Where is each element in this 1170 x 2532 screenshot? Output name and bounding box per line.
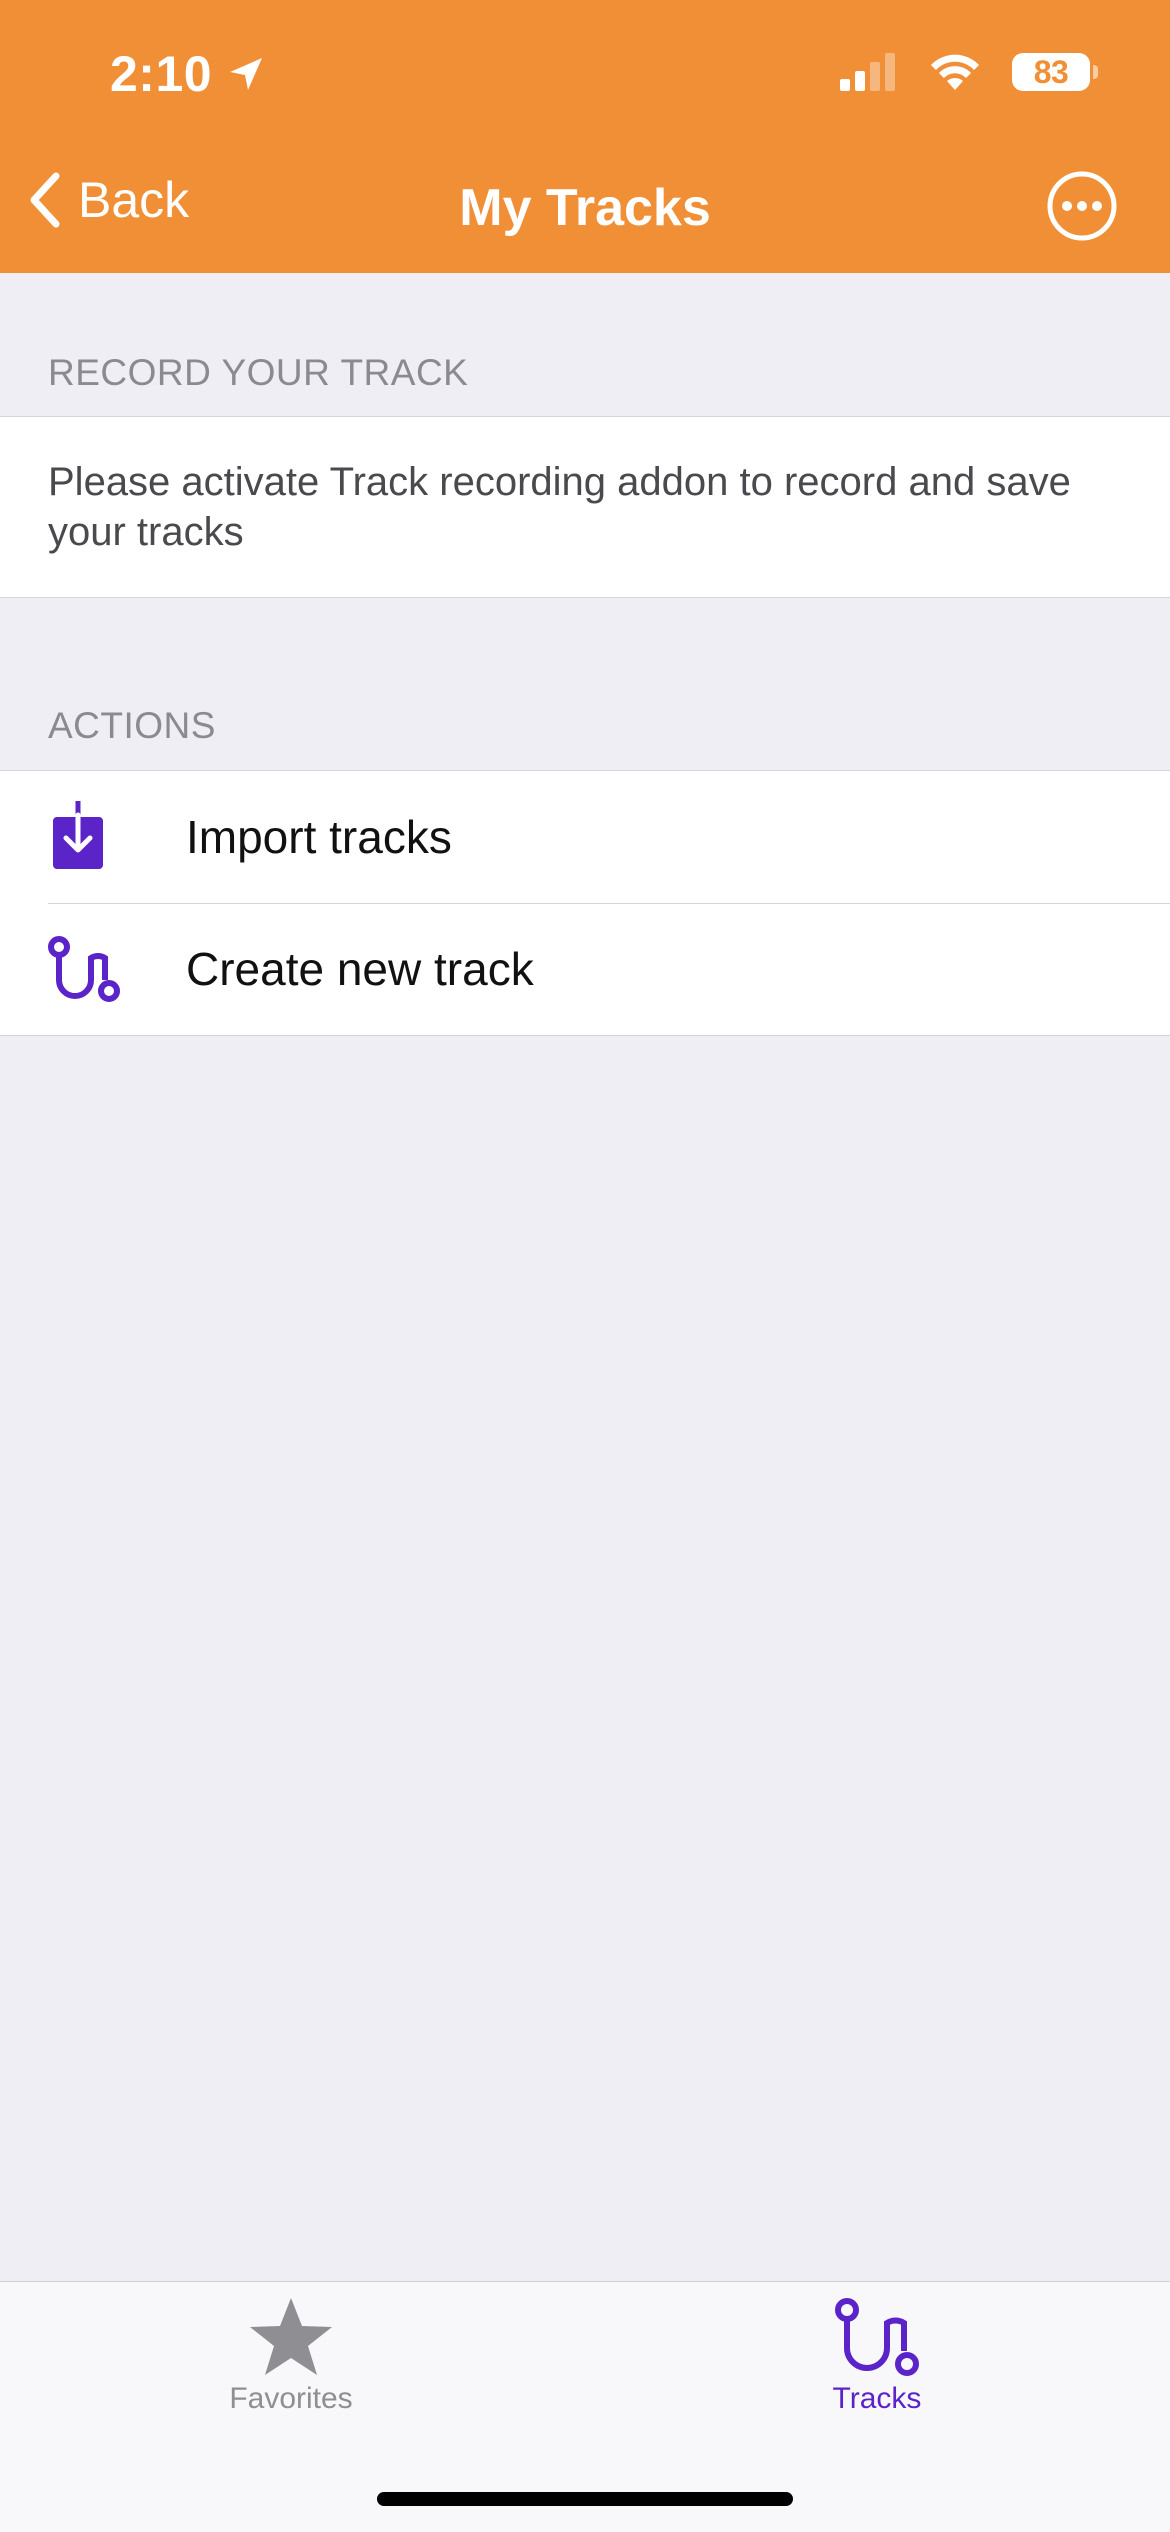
screen: 2:10 83 Back My Tracks RECORD YOUR TRACK… (0, 0, 1170, 2532)
route-icon (835, 2298, 919, 2376)
status-indicators: 83 (840, 52, 1098, 92)
row-icon-wrap (48, 801, 138, 873)
record-section-header: RECORD YOUR TRACK (48, 352, 469, 393)
cellular-signal-icon (840, 53, 895, 91)
status-time: 2:10 (110, 45, 266, 103)
row-icon-wrap (48, 936, 138, 1002)
actions-list: Import tracks Create new track (0, 770, 1170, 1036)
home-indicator (377, 2492, 793, 2506)
tab-bar: Favorites Tracks (0, 2281, 1170, 2532)
battery-level: 83 (1033, 53, 1069, 90)
import-tracks-row[interactable]: Import tracks (0, 771, 1170, 903)
star-icon (250, 2298, 332, 2375)
page-title: My Tracks (459, 179, 711, 237)
wifi-icon (931, 54, 979, 90)
create-new-track-label: Create new track (186, 943, 534, 995)
status-time-label: 2:10 (110, 46, 213, 102)
import-tracks-label: Import tracks (186, 811, 452, 863)
record-note: Please activate Track recording addon to… (48, 460, 1071, 554)
location-arrow-icon (230, 58, 263, 90)
navigation-header: 2:10 83 Back My Tracks (0, 0, 1170, 273)
create-new-track-row[interactable]: Create new track (0, 903, 1170, 1035)
tab-favorites-label: Favorites (229, 2382, 353, 2415)
import-icon (53, 801, 103, 869)
tab-tracks[interactable]: Tracks (727, 2296, 1027, 2416)
battery-indicator: 83 (1012, 53, 1098, 91)
tab-tracks-label: Tracks (832, 2382, 922, 2415)
tab-favorites[interactable]: Favorites (141, 2296, 441, 2416)
actions-section-header: ACTIONS (48, 705, 216, 746)
record-section-card: Please activate Track recording addon to… (0, 416, 1170, 598)
battery-nub (1093, 65, 1098, 79)
more-options-icon[interactable] (1046, 170, 1118, 242)
route-icon (48, 936, 120, 1002)
